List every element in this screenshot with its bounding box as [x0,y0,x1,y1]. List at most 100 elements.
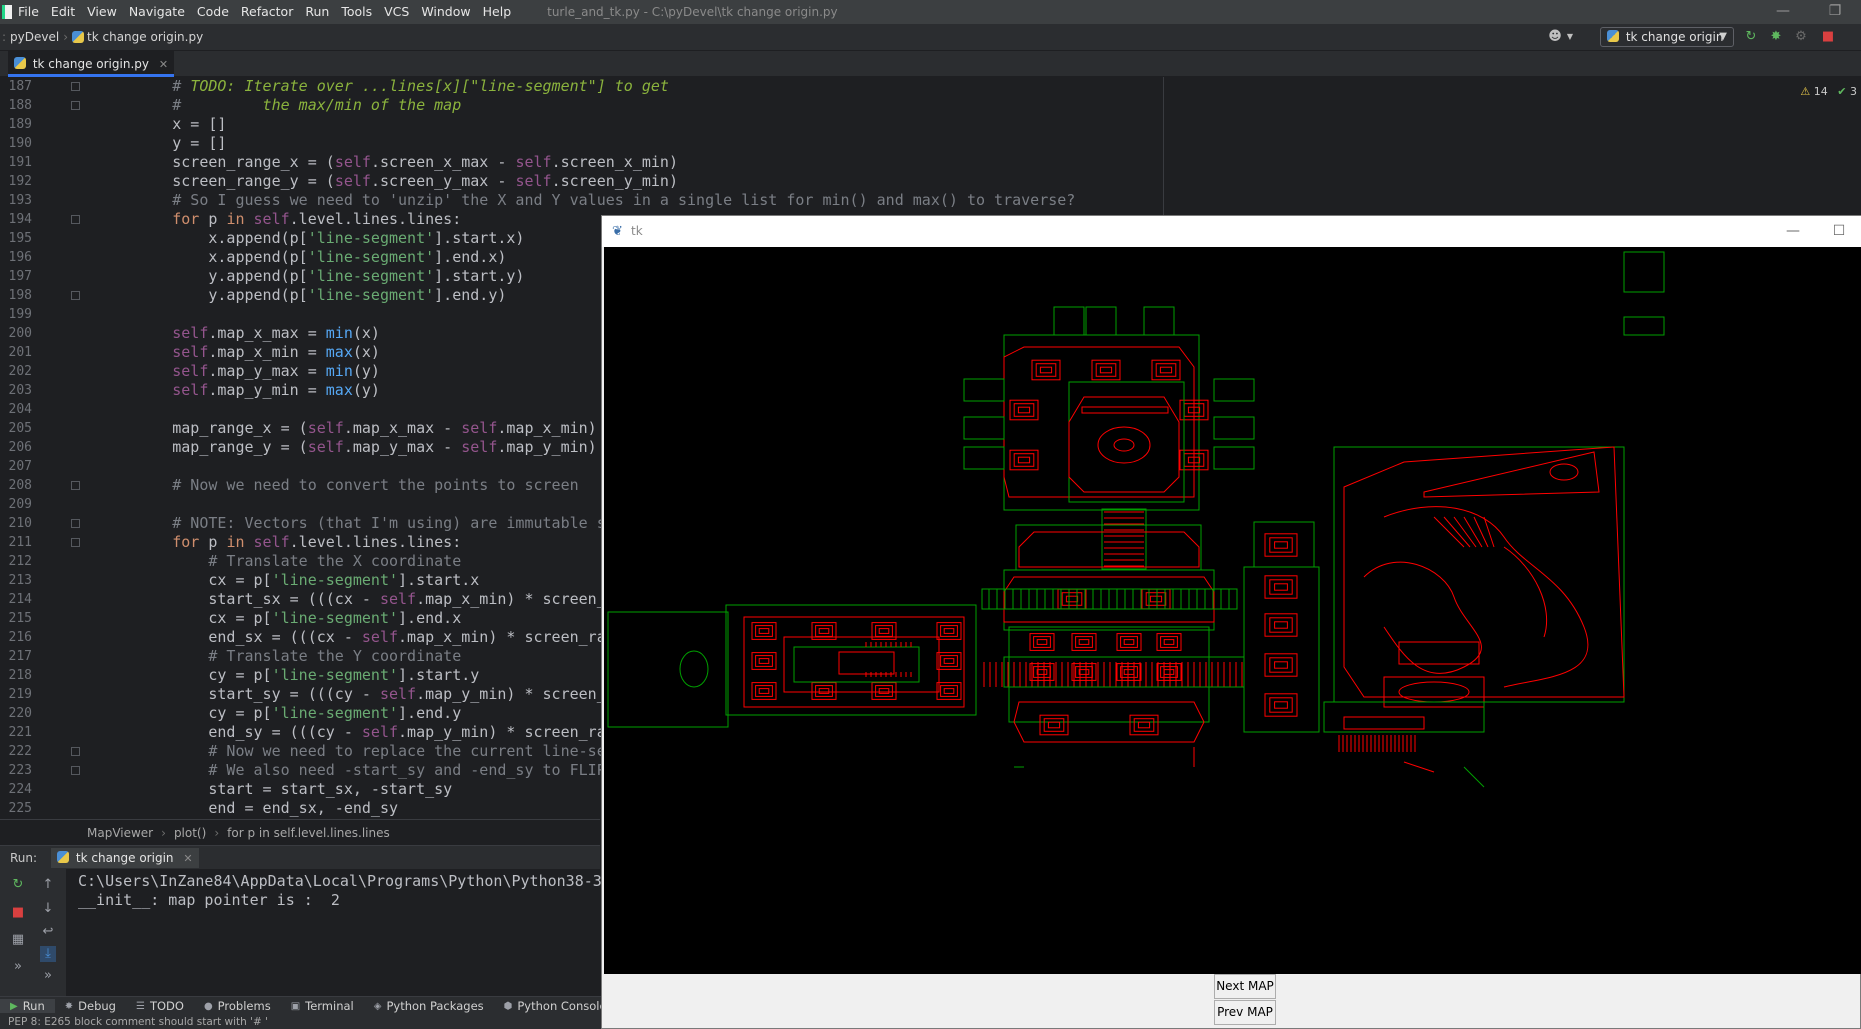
menu-tools[interactable]: Tools [335,0,378,24]
pillar [815,625,833,637]
minimize-icon[interactable]: — [1763,0,1803,24]
code-token: the max/min of the map [190,96,462,114]
more-icon[interactable]: » [40,968,56,984]
pipe [1343,716,1425,730]
scroll-to-end-icon[interactable]: ⤓ [40,946,56,962]
toolwindow-python-console[interactable]: ⬢ Python Console [494,999,617,1013]
run-console[interactable]: C:\Users\InZane84\AppData\Local\Programs… [66,869,602,999]
fold-marker-icon[interactable] [71,481,80,490]
fold-marker-icon[interactable] [71,519,80,528]
pillar [943,658,955,664]
breadcrumb-loop[interactable]: for p in self.level.lines.lines [227,826,390,840]
menu-bar: File Edit View Navigate Code Refactor Ru… [0,0,1861,24]
line-number: 218 [8,668,32,683]
code-token: self [172,381,209,399]
menu-run[interactable]: Run [299,0,335,24]
editor-tab[interactable]: tk change origin.py ✕ [8,51,175,77]
breadcrumb-project[interactable]: pyDevel [6,30,63,44]
fold-marker-icon[interactable] [71,101,80,110]
toolwindow-python-packages[interactable]: ◈ Python Packages [364,999,494,1013]
alcove [1085,306,1117,336]
restore-icon[interactable]: ❐ [1815,0,1855,24]
menu-window[interactable]: Window [415,0,476,24]
code-token: ].end.x [398,609,462,627]
tk-title-bar[interactable]: ❦ tk — ☐ [602,216,1861,247]
fold-marker-icon[interactable] [71,747,80,756]
menu-file[interactable]: File [12,0,45,24]
inspection-widget[interactable]: ⚠ 14 ✔ 3 [1800,85,1857,98]
run-configuration-select[interactable]: tk change origin ▼ [1600,27,1734,47]
console-line: C:\Users\InZane84\AppData\Local\Programs… [78,872,602,890]
debug-bug-icon[interactable]: ✸ [1769,30,1783,44]
rerun-icon[interactable]: ↻ [10,877,26,893]
pillar [1160,666,1178,678]
chevron-down-icon[interactable]: ▼ [1563,30,1577,44]
code-token: max [325,343,353,361]
run-tab[interactable]: tk change origin ✕ [51,847,199,868]
line-number: 223 [8,763,32,778]
menu-code[interactable]: Code [191,0,235,24]
pillar [1269,657,1293,673]
line-number: 221 [8,725,32,740]
toolwindow-run[interactable]: ▶ Run [0,999,55,1013]
warning-icon: ⚠ [1800,85,1811,98]
stop-icon[interactable]: ■ [10,905,26,921]
next-map-button[interactable]: Next MAP [1214,974,1276,999]
menu-edit[interactable]: Edit [45,0,81,24]
toolwindow-todo[interactable]: ☰ TODO [126,999,194,1013]
fold-marker-icon[interactable] [71,291,80,300]
fold-marker-icon[interactable] [71,766,80,775]
editor-tab-label: tk change origin.py [32,57,149,71]
code-token: map_range_x = ( [172,419,308,437]
problems-icon: ● [203,1000,213,1012]
code-token: ].end.y) [434,286,507,304]
menu-view[interactable]: View [81,0,123,24]
stop-icon[interactable]: ■ [1821,30,1835,44]
arrow-up-icon[interactable]: ↑ [40,877,56,893]
toolwindow-terminal[interactable]: ▣ Terminal [281,999,364,1013]
fold-marker-icon[interactable] [71,215,80,224]
code-token: p [208,533,227,551]
code-token: cy = p[ [208,666,272,684]
pillar [1036,669,1048,675]
menu-help[interactable]: Help [477,0,518,24]
coverage-icon[interactable]: ⚙ [1794,30,1808,44]
rerun-icon[interactable]: ↻ [1744,30,1758,44]
arrow-down-icon[interactable]: ↓ [40,901,56,917]
code-token: cx = p[ [208,571,272,589]
code-token: (y) [352,381,380,399]
code-token: .map_x_min) * screen_rang [398,628,624,646]
toolwindow-debug[interactable]: ✸ Debug [55,999,126,1013]
code-token: start_sx = (((cx - [208,590,380,608]
layout-icon[interactable]: ▦ [10,932,26,948]
breadcrumb-method[interactable]: plot() [174,826,206,840]
minimize-icon[interactable]: — [1770,216,1816,247]
fold-marker-icon[interactable] [71,82,80,91]
close-icon[interactable]: ✕ [159,58,168,71]
soft-wrap-icon[interactable]: ↩ [40,924,56,940]
menu-navigate[interactable]: Navigate [123,0,191,24]
close-icon[interactable]: ✕ [183,852,192,865]
breadcrumb-file[interactable]: tk change origin.py [87,30,207,44]
prev-map-button[interactable]: Prev MAP [1214,1000,1276,1025]
check-icon: ✔ [1837,85,1847,98]
breadcrumb-class[interactable]: MapViewer [87,826,153,840]
center-ring [1097,426,1151,464]
pillar [1269,537,1293,553]
code-token: 'line-segment' [307,267,435,285]
pillar [1033,636,1051,648]
menu-vcs[interactable]: VCS [378,0,415,24]
pillar [1160,636,1178,648]
map-canvas[interactable] [604,247,1861,974]
more-icon[interactable]: » [10,959,26,975]
pycharm-logo-icon [2,5,12,19]
code-token: .level.lines.lines: [289,533,462,551]
fold-marker-icon[interactable] [71,538,80,547]
menu-refactor[interactable]: Refactor [235,0,299,24]
user-icon[interactable]: ☻ [1548,30,1562,44]
maximize-icon[interactable]: ☐ [1816,216,1861,247]
toolwindow-problems[interactable]: ● Problems [194,999,281,1013]
